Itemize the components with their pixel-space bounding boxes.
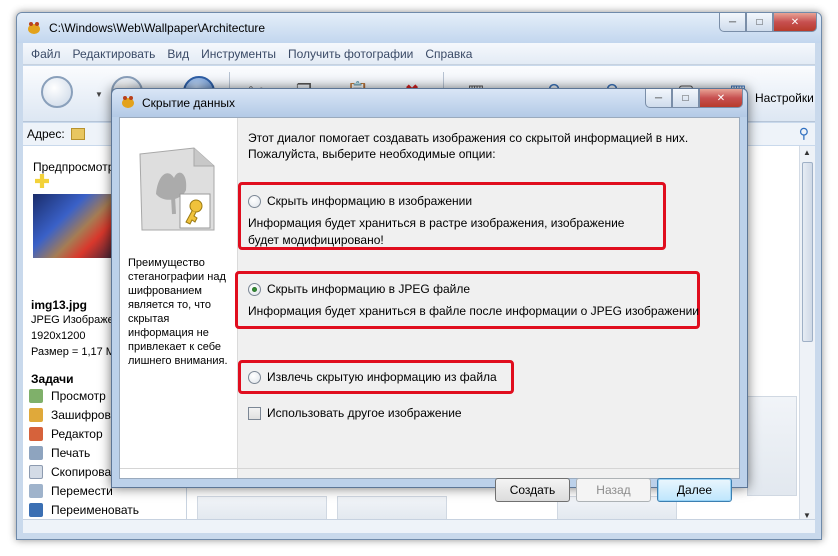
printer-icon [29,445,43,460]
back-button[interactable]: Назад [576,478,651,502]
status-bar [23,519,815,533]
file-name: img13.jpg [31,298,88,312]
pencil-icon [29,426,43,441]
chevron-down-icon[interactable]: ▼ [95,90,103,99]
task-label: Просмотр [51,388,106,403]
option-extract[interactable]: Извлечь скрытую информацию из файла [248,370,497,384]
task-rename[interactable]: Переименовать [29,500,186,519]
file-dimensions: 1920x1200 [31,330,86,342]
dialog-title: Скрытие данных [142,96,235,110]
preview-image [33,194,123,258]
close-button[interactable]: ✕ [773,13,817,32]
preview-title: Предпросмотр [33,160,115,174]
dialog-maximize-button[interactable]: □ [672,89,699,108]
file-size: Размер = 1,17 М [31,346,115,358]
copy-icon [29,464,43,479]
search-icon[interactable]: ⚲ [799,125,809,142]
scroll-thumb[interactable] [802,162,813,342]
create-button[interactable]: Создать [495,478,570,502]
lock-icon [29,407,43,422]
task-label: Скопирова [51,464,112,479]
next-button[interactable]: Далее [657,478,732,502]
menu-tools[interactable]: Инструменты [201,47,276,61]
hide-data-dialog: Скрытие данных ─ □ ✕ Преимущество стеган… [111,88,748,502]
highlight-box [235,271,700,329]
dialog-minimize-button[interactable]: ─ [645,89,672,108]
dialog-body: Преимущество стеганографии над шифровани… [119,117,740,502]
dialog-titlebar: Скрытие данных ─ □ ✕ [112,89,747,117]
back-arrow-icon[interactable] [41,76,73,108]
menu-edit[interactable]: Редактировать [73,47,156,61]
maximize-button[interactable]: □ [746,13,773,32]
dialog-side-panel: Преимущество стеганографии над шифровани… [120,118,238,478]
app-icon [122,96,134,108]
scroll-up-icon[interactable]: ▲ [803,148,811,157]
option-description: Информация будет храниться в файле после… [248,304,700,318]
option-label: Извлечь скрытую информацию из файла [267,370,497,384]
scissors-icon [29,483,43,498]
use-other-image-checkbox[interactable] [248,406,261,420]
task-label: Зашифрова [51,407,118,422]
radio-hide-in-jpeg[interactable] [248,282,261,296]
app-icon [28,22,40,34]
folder-icon [70,128,85,140]
option-label: Скрыть информацию в JPEG файле [267,282,470,296]
vertical-scrollbar[interactable]: ▲ ▼ [799,146,815,522]
address-label: Адрес: [27,127,65,141]
use-other-image-checkbox-row[interactable]: Использовать другое изображение [248,406,462,420]
option-hide-in-jpeg[interactable]: Скрыть информацию в JPEG файле [248,282,470,296]
settings-label[interactable]: Настройки [755,91,814,105]
radio-extract[interactable] [248,370,261,384]
radio-hide-in-image[interactable] [248,194,261,208]
thumbnail[interactable] [747,396,797,496]
window-title: C:\Windows\Web\Wallpaper\Architecture [49,21,266,35]
task-label: Переименовать [51,502,139,517]
menubar: Файл Редактировать Вид Инструменты Получ… [23,43,815,65]
view-icon [29,388,43,403]
file-type: JPEG Изображен [31,314,120,326]
option-label: Скрыть информацию в изображении [267,194,473,208]
plus-icon[interactable] [35,174,49,188]
image-key-icon [139,147,215,231]
dialog-intro-text: Этот диалог помогает создавать изображен… [248,131,689,161]
main-titlebar: C:\Windows\Web\Wallpaper\Architecture ─ … [17,13,821,43]
rename-icon [29,502,43,517]
task-label: Печать [51,445,91,460]
minimize-button[interactable]: ─ [719,13,746,32]
option-description: Информация будет храниться в растре изоб… [248,216,625,247]
dialog-hint-text: Преимущество стеганографии над шифровани… [128,257,228,367]
task-label: Перемести [51,483,113,498]
dialog-divider [120,468,739,469]
option-hide-in-image[interactable]: Скрыть информацию в изображении [248,194,472,208]
task-label: Редактор [51,426,103,441]
tasks-title: Задачи [31,372,74,386]
checkbox-label: Использовать другое изображение [267,406,462,420]
menu-help[interactable]: Справка [425,47,472,61]
menu-view[interactable]: Вид [167,47,189,61]
dialog-close-button[interactable]: ✕ [699,89,743,108]
menu-file[interactable]: Файл [31,47,61,61]
menu-get-photos[interactable]: Получить фотографии [288,47,413,61]
